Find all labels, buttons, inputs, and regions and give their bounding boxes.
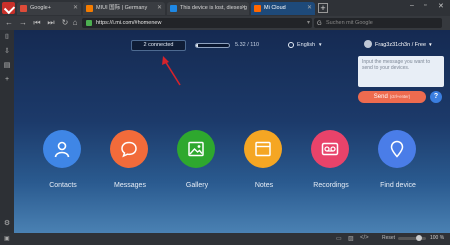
tab-tiling-icon[interactable]: ▭	[336, 235, 342, 242]
images-icon[interactable]: ▨	[348, 235, 354, 242]
reset-zoom-button[interactable]: Reset	[382, 235, 395, 241]
app-label: Find device	[380, 182, 416, 189]
globe-icon	[288, 42, 294, 48]
zoom-slider-handle[interactable]	[416, 235, 422, 241]
forward-icon[interactable]: →	[18, 18, 28, 28]
home-icon[interactable]: ⌂	[70, 18, 80, 28]
close-tab-icon[interactable]: ✕	[241, 2, 246, 15]
tab-miui[interactable]: MIUI 国际 | Germany ✕	[83, 2, 165, 15]
app-messages[interactable]: Messages	[100, 130, 160, 200]
send-label: Send	[373, 94, 388, 100]
downloads-icon[interactable]: ⇩	[3, 48, 11, 56]
reload-icon[interactable]: ↻	[60, 18, 70, 28]
search-placeholder: Suchen mit Google	[326, 20, 373, 26]
mi-cloud-page: 2 connected 5.32 / 110 English ▼ Frag3z31…	[14, 30, 450, 233]
status-bar: ▣ ▭ ▨ </> Reset 100 %	[0, 233, 450, 245]
browser-sidebar: ⌷ ⇩ ▤ + ⚙	[0, 30, 14, 233]
page-favicon-icon	[170, 5, 177, 12]
chevron-down-icon: ▼	[318, 42, 323, 47]
fast-forward-icon[interactable]: ⏭	[46, 18, 56, 28]
address-bar: ← → ⏮ ⏭ ↻ ⌂ https://i.mi.com/#homenew ▾ …	[0, 16, 450, 30]
storage-text: 5.32 / 110	[235, 42, 260, 48]
find-device-icon	[378, 130, 416, 168]
lock-icon	[86, 20, 92, 26]
messages-icon	[110, 130, 148, 168]
url-text: https://i.mi.com/#homenew	[96, 20, 162, 26]
gallery-icon	[177, 130, 215, 168]
language-selector[interactable]: English ▼	[288, 42, 323, 48]
zoom-level: 100 %	[430, 235, 445, 241]
close-tab-icon[interactable]: ✕	[157, 2, 162, 15]
vivaldi-logo-icon[interactable]	[2, 2, 15, 14]
search-engine-icon: G	[317, 21, 322, 27]
app-recordings[interactable]: Recordings	[301, 130, 361, 200]
tab-mi-cloud[interactable]: Mi Cloud ✕	[251, 2, 315, 15]
new-tab-button[interactable]: +	[318, 3, 328, 13]
bookmarks-icon[interactable]: ⌷	[3, 34, 11, 42]
send-button[interactable]: Send (ctrl+enter)	[358, 91, 426, 103]
app-notes[interactable]: Notes	[234, 130, 294, 200]
page-actions-icon[interactable]: </>	[360, 235, 369, 241]
panel-toggle-icon[interactable]: ▣	[4, 235, 10, 242]
zoom-slider[interactable]	[398, 235, 426, 241]
close-window-icon[interactable]: ✕	[438, 2, 444, 10]
settings-icon[interactable]: ⚙	[3, 220, 11, 228]
close-tab-icon[interactable]: ✕	[307, 2, 312, 15]
close-tab-icon[interactable]: ✕	[73, 2, 78, 15]
storage-fill	[196, 44, 198, 47]
storage-bar	[195, 43, 230, 48]
tab-google-plus[interactable]: Google+ ✕	[17, 2, 81, 15]
notes-icon[interactable]: ▤	[3, 62, 11, 70]
red-arrow-annotation	[162, 56, 181, 86]
minimize-icon[interactable]: –	[410, 2, 414, 9]
rewind-icon[interactable]: ⏮	[32, 18, 42, 28]
add-panel-icon[interactable]: +	[3, 76, 11, 84]
back-icon[interactable]: ←	[4, 18, 14, 28]
send-hint: (ctrl+enter)	[389, 94, 411, 99]
tab-device-lost[interactable]: This device is lost, dieses g ✕	[167, 2, 249, 15]
mi-cloud-favicon-icon	[254, 5, 261, 12]
url-dropdown-icon[interactable]: ▾	[307, 18, 310, 28]
app-find-device[interactable]: Find device	[368, 130, 428, 200]
miui-favicon-icon	[86, 5, 93, 12]
user-menu[interactable]: Frag3z31ch3n / Free ▼	[375, 42, 433, 48]
search-field[interactable]: G Suchen mit Google	[314, 18, 442, 28]
user-name: Frag3z31ch3n / Free	[375, 42, 427, 48]
url-field[interactable]: https://i.mi.com/#homenew ▾	[82, 18, 312, 28]
tab-label: This device is lost, dieses g	[180, 5, 247, 11]
contacts-icon	[43, 130, 81, 168]
chevron-down-icon: ▼	[428, 42, 433, 47]
tab-bar: Google+ ✕ MIUI 国际 | Germany ✕ This devic…	[0, 0, 450, 16]
app-gallery[interactable]: Gallery	[167, 130, 227, 200]
connected-devices-button[interactable]: 2 connected	[131, 40, 186, 51]
message-input[interactable]: Input the message you want to send to yo…	[358, 56, 444, 87]
maximize-icon[interactable]: ▫	[424, 2, 426, 9]
tab-label: Mi Cloud	[264, 5, 286, 11]
avatar[interactable]	[364, 40, 372, 48]
language-label: English	[297, 42, 316, 48]
notes-icon	[244, 130, 282, 168]
recordings-icon	[311, 130, 349, 168]
tab-label: MIUI 国际 | Germany	[96, 5, 148, 11]
app-contacts[interactable]: Contacts	[33, 130, 93, 200]
help-button[interactable]: ?	[430, 91, 442, 103]
google-plus-favicon-icon	[20, 5, 27, 12]
tab-label: Google+	[30, 5, 51, 11]
